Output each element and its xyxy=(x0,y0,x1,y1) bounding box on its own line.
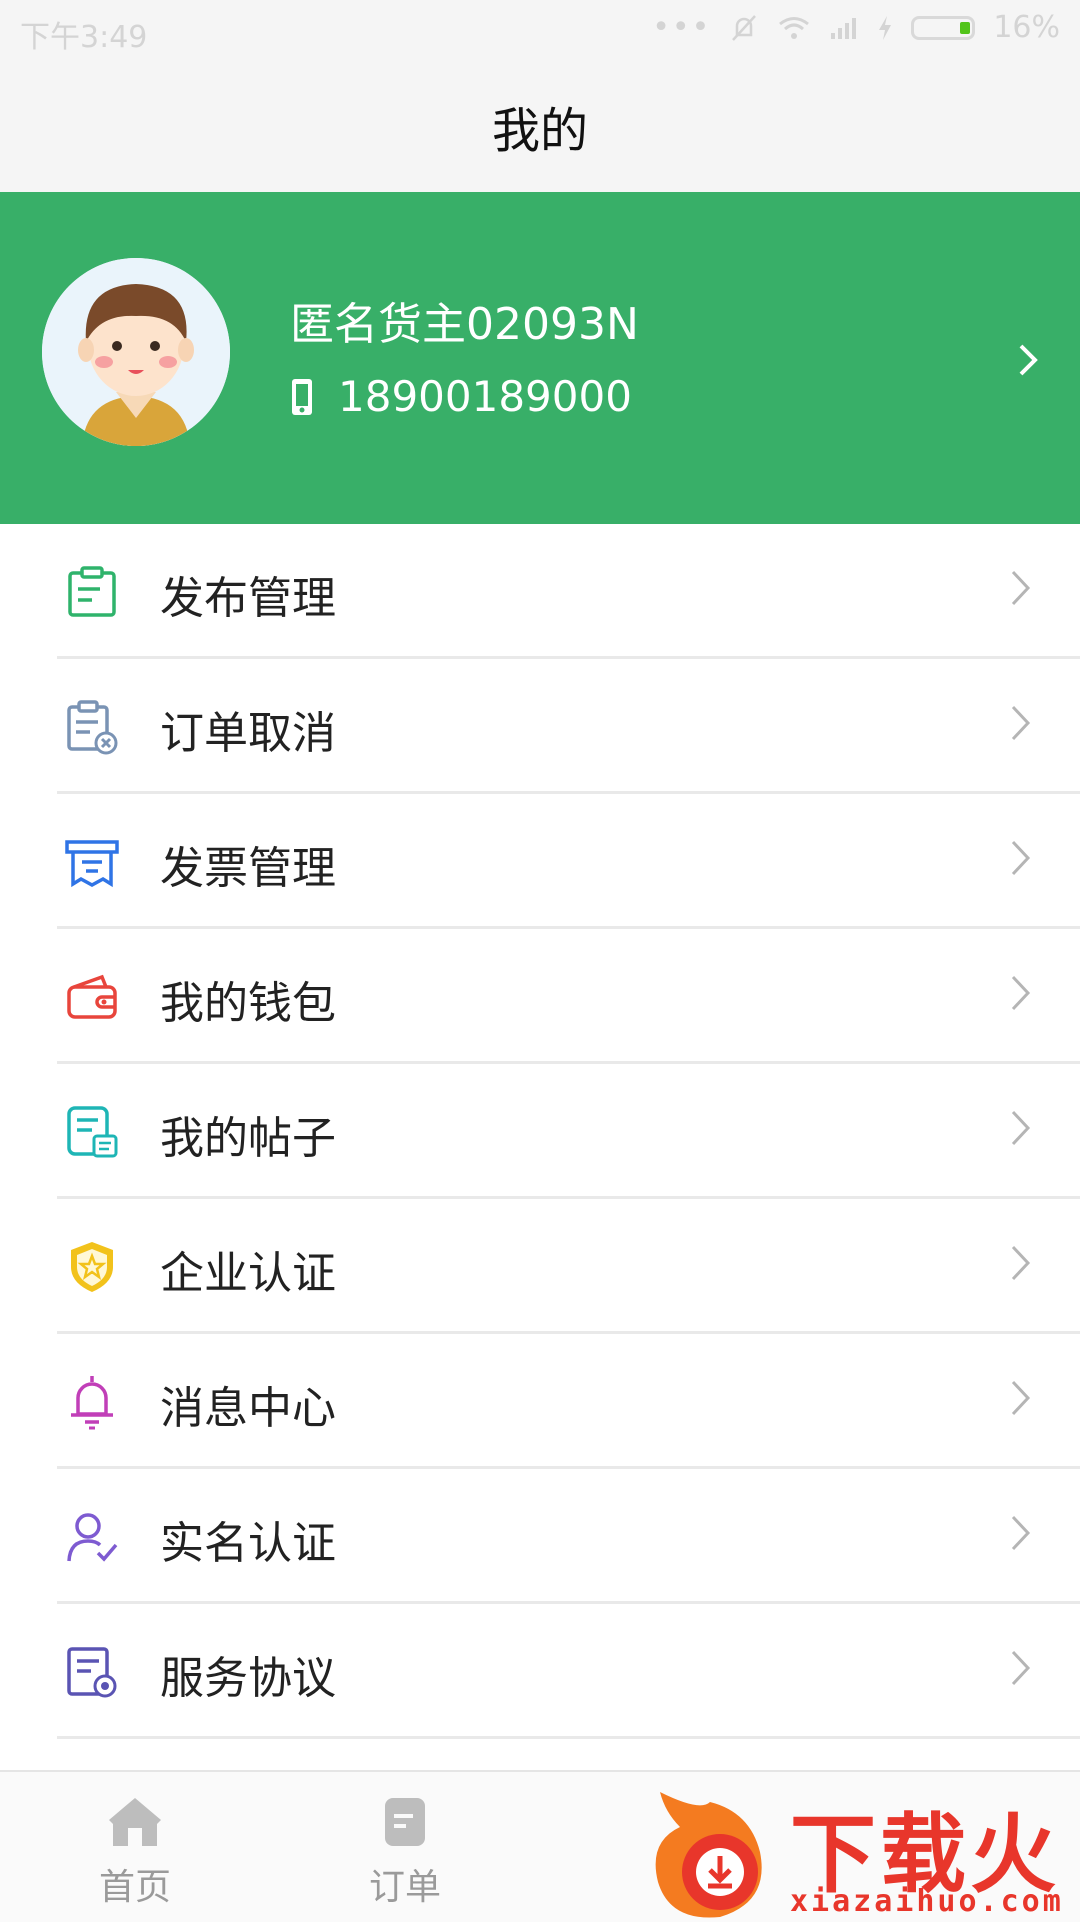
divider xyxy=(57,1736,1080,1739)
post-icon xyxy=(67,1106,118,1158)
menu-item-label: 我的钱包 xyxy=(160,978,336,1029)
menu-item-messages[interactable]: 消息中心 xyxy=(0,1334,1080,1469)
menu-item-realname[interactable]: 实名认证 xyxy=(0,1469,1080,1604)
chevron-right-icon xyxy=(1011,975,1031,1011)
battery-percent: 16% xyxy=(993,10,1060,45)
chevron-right-icon xyxy=(1011,840,1031,876)
chevron-right-icon xyxy=(1019,344,1038,376)
menu-item-label: 企业认证 xyxy=(160,1248,336,1299)
menu-item-label: 订单取消 xyxy=(160,708,336,759)
user-check-icon xyxy=(67,1513,118,1562)
watermark-url: xiazaihuo.com xyxy=(790,1884,1064,1919)
silent-bell-icon xyxy=(732,14,757,41)
phone-icon xyxy=(292,378,312,415)
menu-item-label: 我的帖子 xyxy=(160,1113,336,1164)
profile-card[interactable]: 匿名货主02093N 18900189000 xyxy=(0,192,1080,524)
wallet-icon xyxy=(67,974,117,1019)
document-icon xyxy=(67,1647,117,1698)
page-title: 我的 xyxy=(491,103,588,159)
tab-label: 首页 xyxy=(98,1867,171,1908)
clipboard-icon xyxy=(68,566,116,617)
clipboard-cancel-icon xyxy=(67,700,118,755)
tab-home[interactable]: 首页 xyxy=(0,1772,270,1922)
menu-list: 发布管理 订单取消 发票管理 我的钱包 我的帖子 企业认证 消息中心 实名认证 … xyxy=(0,524,1080,1739)
avatar-boy-icon xyxy=(42,258,230,446)
menu-item-label: 消息中心 xyxy=(160,1383,336,1434)
charging-icon xyxy=(879,15,892,40)
status-bar: 下午3:49 ••• 16% xyxy=(0,0,1080,60)
watermark: 下载火 xiazaihuo.com xyxy=(640,1782,1080,1922)
menu-item-label: 服务协议 xyxy=(160,1653,336,1704)
menu-item-invoice[interactable]: 发票管理 xyxy=(0,794,1080,929)
menu-item-order-cancel[interactable]: 订单取消 xyxy=(0,659,1080,794)
avatar[interactable] xyxy=(42,258,230,446)
chevron-right-icon xyxy=(1011,570,1031,606)
menu-item-label: 发票管理 xyxy=(160,843,336,894)
menu-item-posts[interactable]: 我的帖子 xyxy=(0,1064,1080,1199)
chevron-right-icon xyxy=(1011,1650,1031,1686)
profile-phone: 18900189000 xyxy=(338,372,632,421)
status-time: 下午3:49 xyxy=(20,20,148,55)
tab-label: 订单 xyxy=(368,1867,441,1908)
bottom-tab-bar: 首页 订单 下载火 xiazaihuo.com xyxy=(0,1770,1080,1922)
chevron-right-icon xyxy=(1011,705,1031,741)
chevron-right-icon xyxy=(1011,1380,1031,1416)
menu-item-enterprise[interactable]: 企业认证 xyxy=(0,1199,1080,1334)
menu-item-label: 实名认证 xyxy=(160,1518,336,1569)
chevron-right-icon xyxy=(1011,1110,1031,1146)
flame-download-icon xyxy=(655,1792,762,1918)
profile-name: 匿名货主02093N xyxy=(290,299,639,350)
menu-item-label: 发布管理 xyxy=(160,573,336,624)
signal-icon xyxy=(831,17,857,39)
chevron-right-icon xyxy=(1011,1245,1031,1281)
title-bar: 我的 xyxy=(0,60,1080,192)
more-dots-icon: ••• xyxy=(652,10,712,45)
menu-item-wallet[interactable]: 我的钱包 xyxy=(0,929,1080,1064)
menu-item-agreement[interactable]: 服务协议 xyxy=(0,1604,1080,1739)
invoice-icon xyxy=(65,840,119,888)
battery-icon xyxy=(911,15,976,40)
menu-item-publish[interactable]: 发布管理 xyxy=(0,524,1080,659)
order-icon xyxy=(385,1798,425,1846)
shield-star-icon xyxy=(71,1242,113,1292)
wifi-icon xyxy=(779,16,810,39)
home-icon xyxy=(109,1798,161,1846)
chevron-right-icon xyxy=(1011,1515,1031,1551)
bell-icon xyxy=(71,1376,113,1430)
tab-orders[interactable]: 订单 xyxy=(270,1772,540,1922)
